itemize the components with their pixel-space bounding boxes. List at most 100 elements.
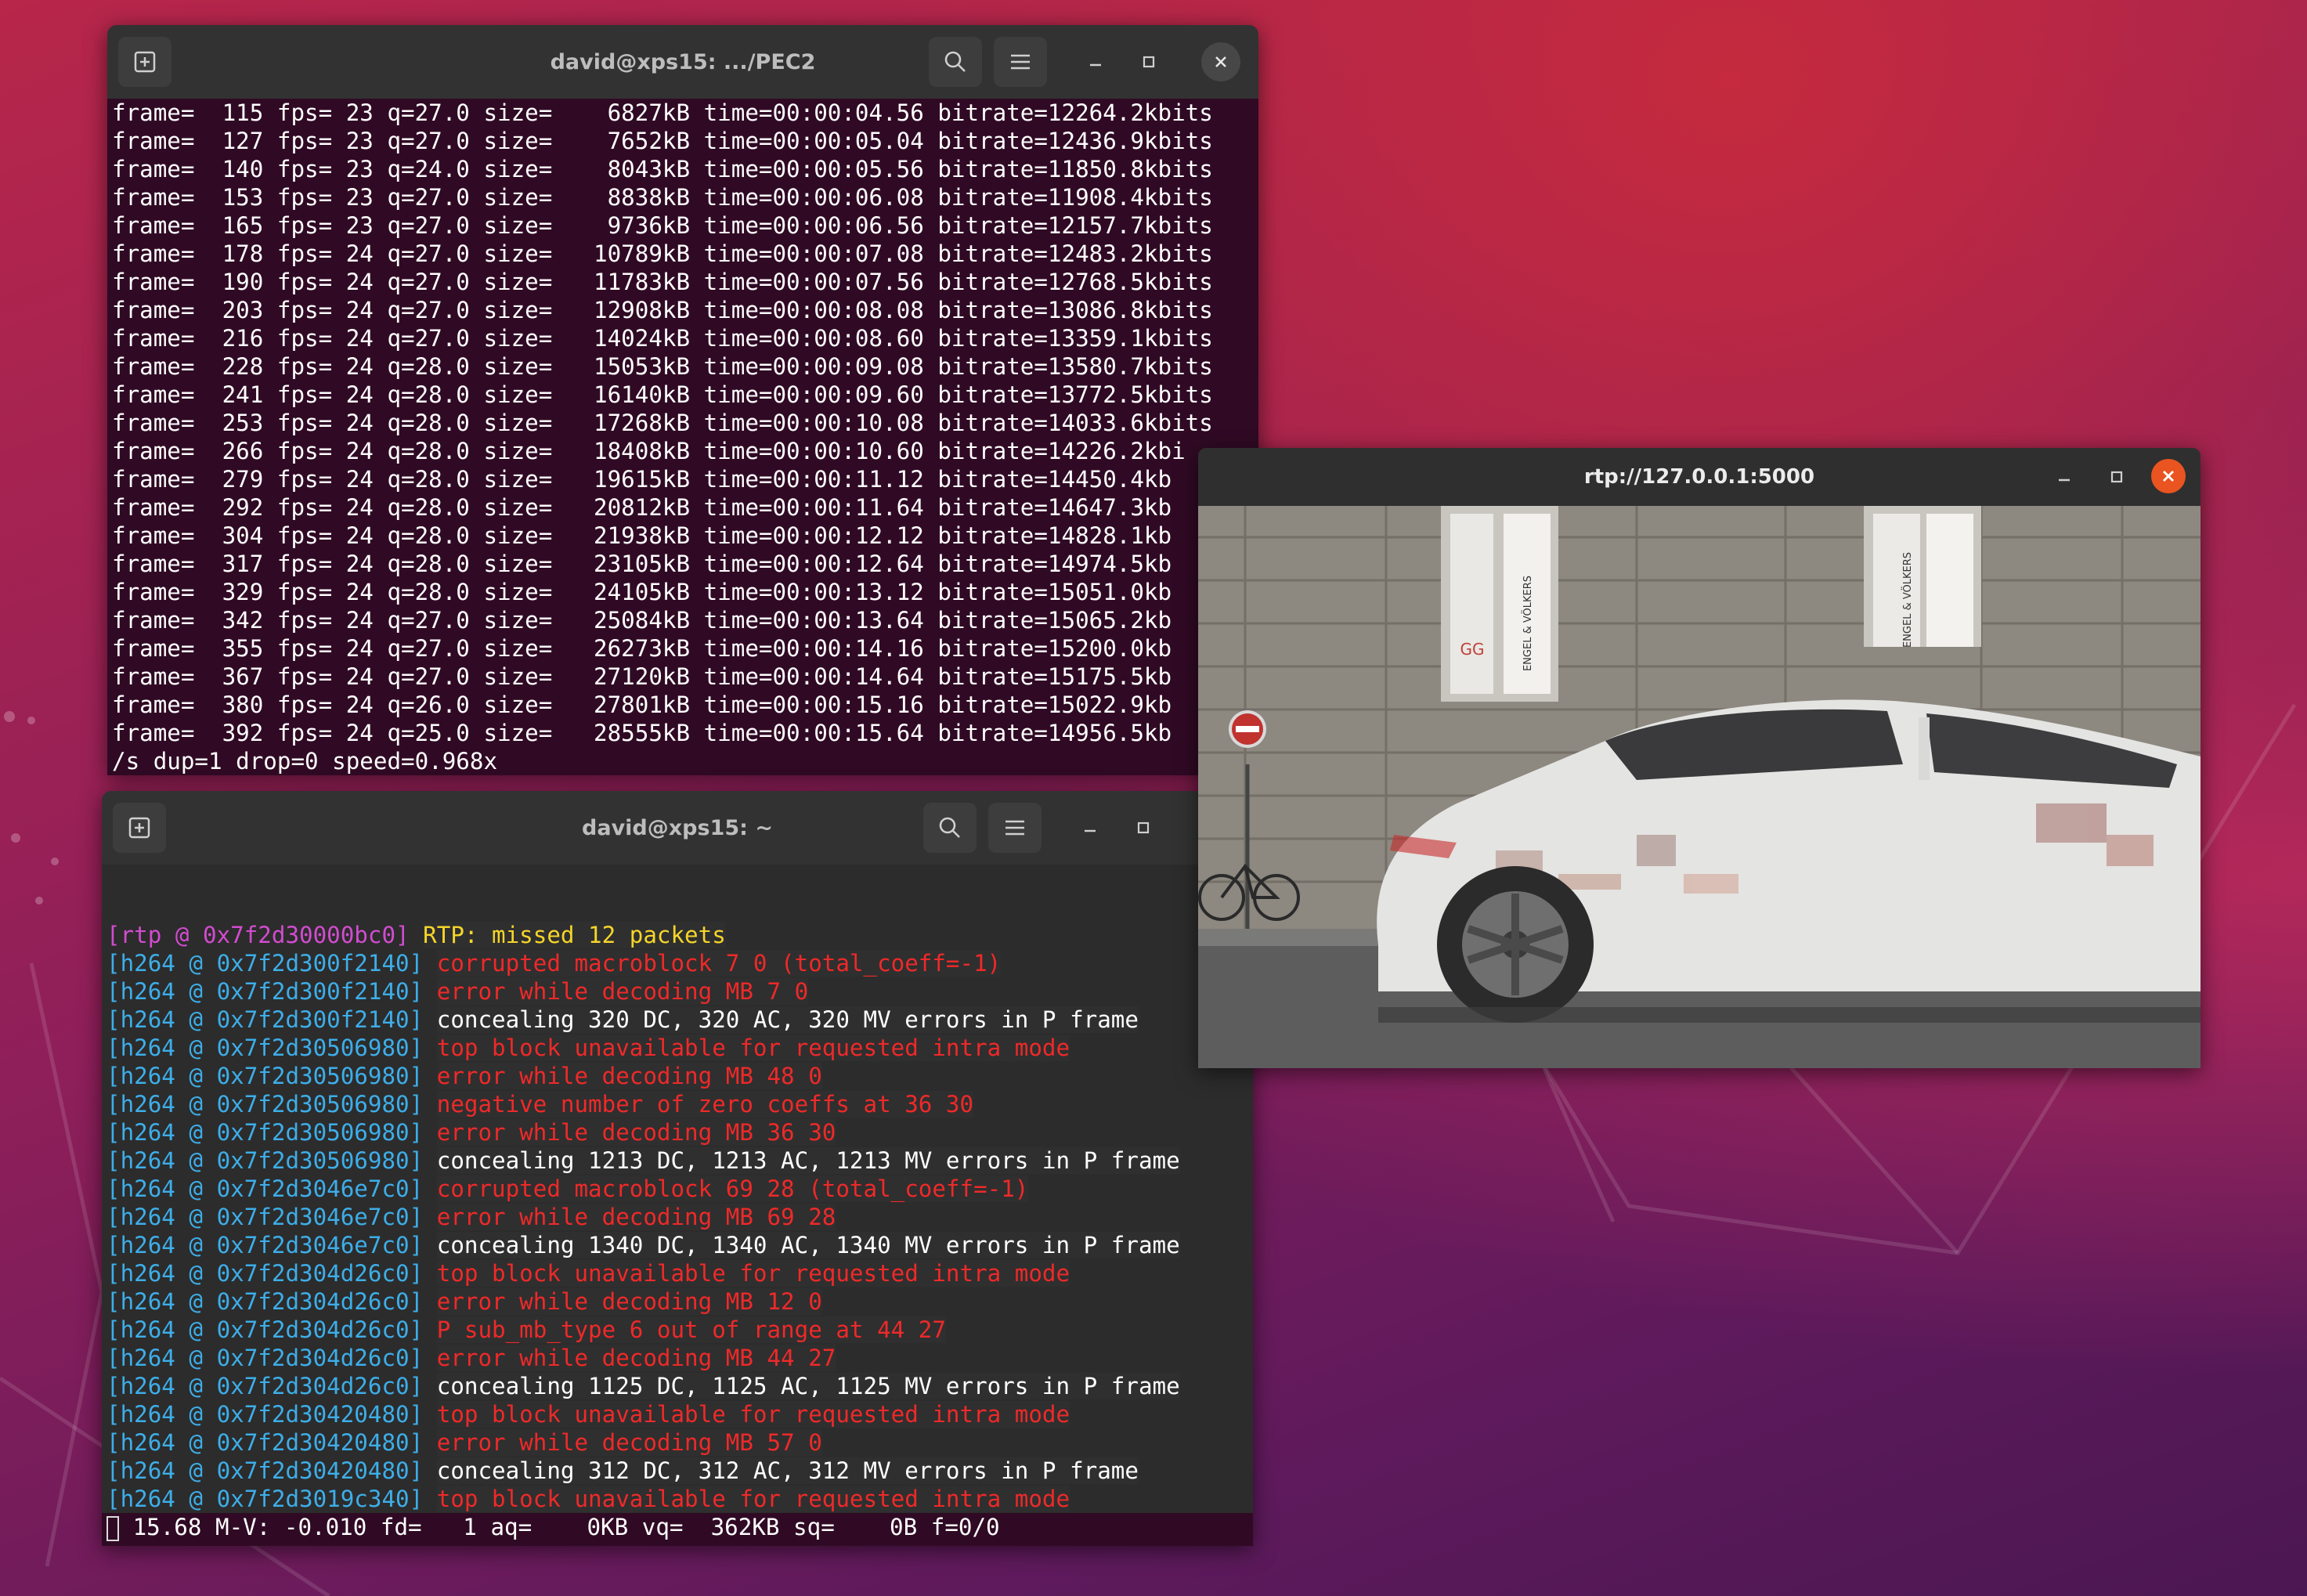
- close-button[interactable]: [2151, 459, 2186, 493]
- terminal-line: frame= 367 fps= 24 q=27.0 size= 27120kB …: [112, 663, 1172, 690]
- shop-logo-text: GG: [1460, 640, 1485, 659]
- log-line: [h264 @ 0x7f2d304d26c0] concealing 1125 …: [107, 1372, 1253, 1400]
- video-player-window[interactable]: rtp://127.0.0.1:5000 GG ENGEL & VÖLKERS …: [1198, 448, 2200, 1068]
- new-tab-button[interactable]: [113, 803, 166, 853]
- log-message: top block unavailable for requested intr…: [436, 1401, 1070, 1428]
- terminal-bottom-output[interactable]: [rtp @ 0x7f2d30000bc0] RTP: missed 12 pa…: [102, 865, 1253, 1546]
- log-line: [h264 @ 0x7f2d3046e7c0] error while deco…: [107, 1203, 1253, 1231]
- log-source-tag: [h264 @ 0x7f2d3046e7c0]: [107, 1232, 424, 1258]
- terminal-line: frame= 304 fps= 24 q=28.0 size= 21938kB …: [112, 522, 1172, 549]
- terminal-line: frame= 392 fps= 24 q=25.0 size= 28555kB …: [112, 720, 1172, 746]
- log-source-tag: [h264 @ 0x7f2d304d26c0]: [107, 1345, 424, 1371]
- terminal-line: frame= 266 fps= 24 q=28.0 size= 18408kB …: [112, 438, 1186, 464]
- log-source-tag: [h264 @ 0x7f2d300f2140]: [107, 978, 424, 1005]
- maximize-icon: [2110, 471, 2123, 483]
- terminal-window-bottom[interactable]: david@xps15: ~ [rtp @ 0x7f2d30000bc0] RT…: [102, 791, 1253, 1546]
- close-button[interactable]: [1201, 42, 1240, 81]
- terminal-top-titlebar[interactable]: david@xps15: .../PEC2: [107, 25, 1258, 99]
- log-source-tag: [h264 @ 0x7f2d30420480]: [107, 1401, 424, 1428]
- log-source-tag: [h264 @ 0x7f2d30506980]: [107, 1063, 424, 1089]
- log-line: [h264 @ 0x7f2d3046e7c0] corrupted macrob…: [107, 1175, 1253, 1203]
- terminal-line: frame= 178 fps= 24 q=27.0 size= 10789kB …: [112, 240, 1213, 267]
- terminal-bottom-titlebar[interactable]: david@xps15: ~: [102, 791, 1253, 865]
- search-button[interactable]: [923, 803, 977, 853]
- terminal-top-output[interactable]: frame= 115 fps= 23 q=27.0 size= 6827kB t…: [107, 99, 1258, 775]
- minimize-button[interactable]: [1070, 808, 1110, 847]
- log-source-tag: [h264 @ 0x7f2d304d26c0]: [107, 1316, 424, 1343]
- maximize-button[interactable]: [2097, 457, 2136, 496]
- log-message: top block unavailable for requested intr…: [436, 1486, 1070, 1512]
- terminal-window-top[interactable]: david@xps15: .../PEC2 frame= 115 fps= 23…: [107, 25, 1258, 775]
- log-line: [h264 @ 0x7f2d304d26c0] top block unavai…: [107, 1259, 1253, 1287]
- log-message: P sub_mb_type 6 out of range at 44 27: [436, 1316, 946, 1343]
- terminal-line: frame= 153 fps= 23 q=27.0 size= 8838kB t…: [112, 184, 1213, 211]
- search-button[interactable]: [929, 37, 982, 87]
- minimize-button[interactable]: [2045, 457, 2084, 496]
- video-player-title: rtp://127.0.0.1:5000: [1583, 465, 1815, 489]
- playback-status-text: 15.68 M-V: -0.010 fd= 1 aq= 0KB vq= 362K…: [119, 1514, 1000, 1540]
- close-icon: [2163, 471, 2174, 482]
- log-line: [h264 @ 0x7f2d30506980] concealing 1213 …: [107, 1146, 1253, 1175]
- log-message: error while decoding MB 48 0: [436, 1063, 822, 1089]
- log-source-tag: [h264 @ 0x7f2d3046e7c0]: [107, 1204, 424, 1230]
- shop-sign-right: ENGEL & VÖLKERS: [1901, 552, 1914, 648]
- log-message: error while decoding MB 12 0: [436, 1288, 822, 1315]
- maximize-button[interactable]: [1124, 808, 1163, 847]
- log-message: error while decoding MB 57 0: [436, 1429, 822, 1456]
- log-message: corrupted macroblock 7 0 (total_coeff=-1…: [436, 950, 1002, 977]
- log-line: [h264 @ 0x7f2d3019c340] top block unavai…: [107, 1485, 1253, 1513]
- log-source-tag: [h264 @ 0x7f2d30506980]: [107, 1147, 424, 1174]
- log-line: [h264 @ 0x7f2d300f2140] error while deco…: [107, 977, 1253, 1006]
- log-message: error while decoding MB 36 30: [436, 1119, 836, 1146]
- log-line: [h264 @ 0x7f2d304d26c0] error while deco…: [107, 1344, 1253, 1372]
- new-tab-icon: [134, 51, 156, 73]
- new-tab-icon: [128, 817, 150, 839]
- terminal-line: frame= 342 fps= 24 q=27.0 size= 25084kB …: [112, 607, 1172, 634]
- terminal-line: frame= 241 fps= 24 q=28.0 size= 16140kB …: [112, 381, 1213, 408]
- video-player-titlebar[interactable]: rtp://127.0.0.1:5000: [1198, 448, 2200, 506]
- log-source-tag: [rtp @ 0x7f2d30000bc0]: [107, 922, 410, 948]
- terminal-line: frame= 165 fps= 23 q=27.0 size= 9736kB t…: [112, 212, 1213, 239]
- terminal-bottom-title: david@xps15: ~: [582, 815, 773, 840]
- log-line: [rtp @ 0x7f2d30000bc0] RTP: missed 12 pa…: [107, 921, 1253, 949]
- hamburger-icon: [1005, 820, 1024, 836]
- terminal-line: frame= 140 fps= 23 q=24.0 size= 8043kB t…: [112, 156, 1213, 182]
- search-icon: [939, 817, 960, 838]
- log-line: [h264 @ 0x7f2d30506980] top block unavai…: [107, 1034, 1253, 1062]
- log-source-tag: [h264 @ 0x7f2d300f2140]: [107, 1006, 424, 1033]
- terminal-line: frame= 292 fps= 24 q=28.0 size= 20812kB …: [112, 494, 1172, 521]
- menu-button[interactable]: [988, 803, 1042, 853]
- terminal-line: frame= 115 fps= 23 q=27.0 size= 6827kB t…: [112, 99, 1213, 126]
- terminal-line: frame= 228 fps= 24 q=28.0 size= 15053kB …: [112, 353, 1213, 380]
- log-message: negative number of zero coeffs at 36 30: [436, 1091, 974, 1118]
- minimize-icon: [1090, 63, 1101, 67]
- log-message: concealing 312 DC, 312 AC, 312 MV errors…: [436, 1457, 1139, 1484]
- playback-status-line: 15.68 M-V: -0.010 fd= 1 aq= 0KB vq= 362K…: [102, 1513, 1253, 1546]
- video-frame[interactable]: GG ENGEL & VÖLKERS ENGEL & VÖLKERS: [1198, 506, 2200, 1068]
- log-message: corrupted macroblock 69 28 (total_coeff=…: [436, 1175, 1029, 1202]
- log-message: concealing 320 DC, 320 AC, 320 MV errors…: [436, 1006, 1139, 1033]
- log-source-tag: [h264 @ 0x7f2d3019c340]: [107, 1486, 424, 1512]
- terminal-line: frame= 127 fps= 23 q=27.0 size= 7652kB t…: [112, 128, 1213, 154]
- terminal-line: /s dup=1 drop=0 speed=0.968x: [112, 748, 498, 775]
- log-source-tag: [h264 @ 0x7f2d304d26c0]: [107, 1260, 424, 1287]
- log-source-tag: [h264 @ 0x7f2d30420480]: [107, 1457, 424, 1484]
- log-source-tag: [h264 @ 0x7f2d304d26c0]: [107, 1373, 424, 1399]
- menu-button[interactable]: [994, 37, 1047, 87]
- log-line: [h264 @ 0x7f2d30506980] error while deco…: [107, 1062, 1253, 1090]
- log-message: error while decoding MB 7 0: [436, 978, 809, 1005]
- video-frame-image: GG ENGEL & VÖLKERS ENGEL & VÖLKERS: [1198, 506, 2200, 1068]
- log-line: [h264 @ 0x7f2d300f2140] concealing 320 D…: [107, 1006, 1253, 1034]
- log-message: error while decoding MB 44 27: [436, 1345, 836, 1371]
- terminal-line: frame= 253 fps= 24 q=28.0 size= 17268kB …: [112, 410, 1213, 436]
- new-tab-button[interactable]: [118, 37, 171, 87]
- log-source-tag: [h264 @ 0x7f2d30506980]: [107, 1119, 424, 1146]
- minimize-button[interactable]: [1076, 42, 1115, 81]
- terminal-line: frame= 317 fps= 24 q=28.0 size= 23105kB …: [112, 551, 1172, 577]
- terminal-line: frame= 355 fps= 24 q=27.0 size= 26273kB …: [112, 635, 1172, 662]
- search-icon: [944, 51, 966, 72]
- log-message: concealing 1213 DC, 1213 AC, 1213 MV err…: [436, 1147, 1180, 1174]
- terminal-line: frame= 329 fps= 24 q=28.0 size= 24105kB …: [112, 579, 1172, 605]
- log-message: concealing 1125 DC, 1125 AC, 1125 MV err…: [436, 1373, 1180, 1399]
- maximize-button[interactable]: [1129, 42, 1168, 81]
